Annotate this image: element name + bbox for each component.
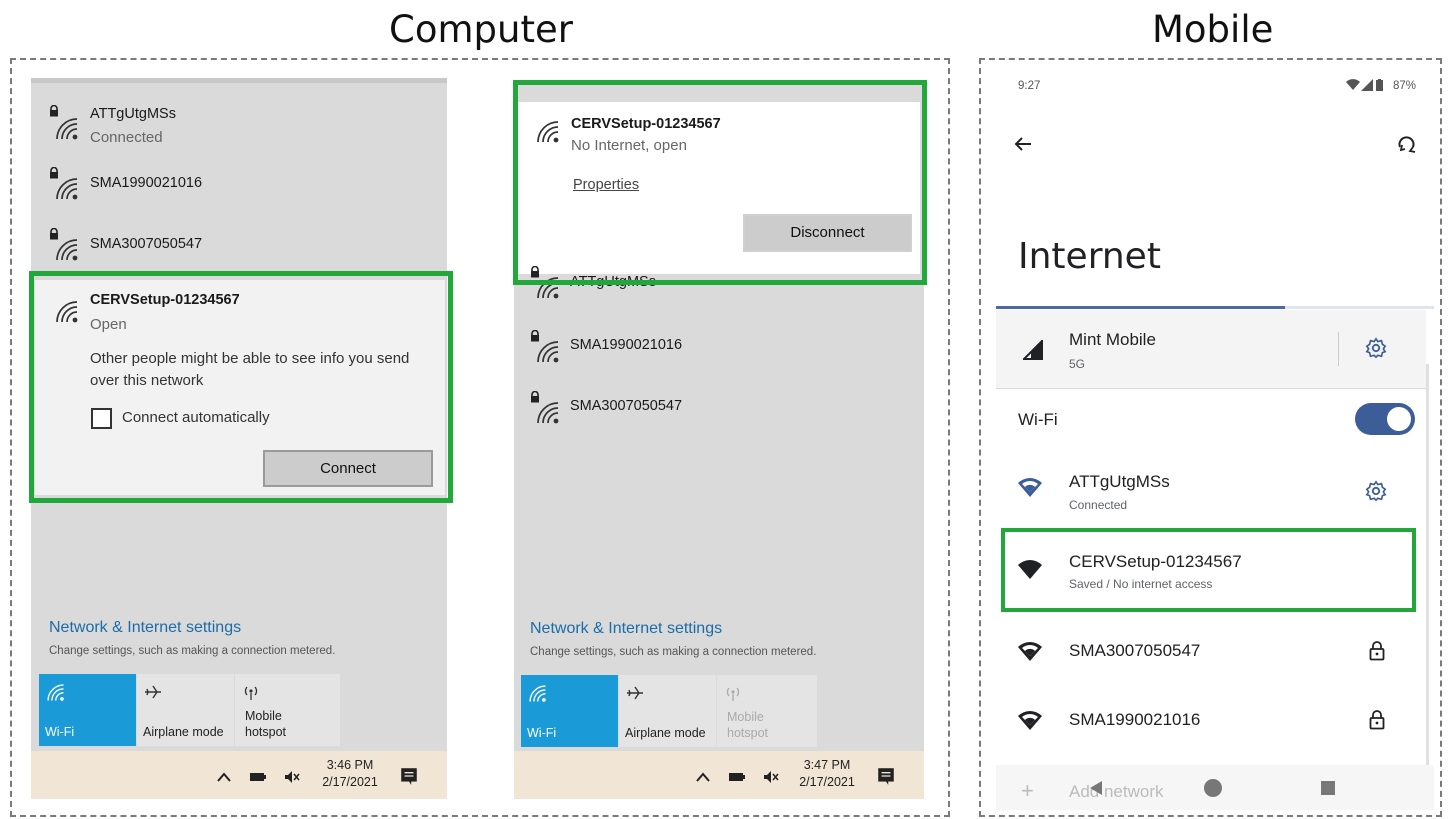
taskbar-clock[interactable]: 3:47 PM 2/17/2021 [792, 757, 862, 791]
chevron-up-icon[interactable] [694, 769, 712, 785]
cell-signal-icon [1023, 340, 1043, 360]
wifi-tile[interactable]: Wi-Fi [521, 675, 618, 747]
network-name: ATTgUtgMSs [90, 106, 176, 122]
network-row-attgutgmss[interactable]: ATTgUtgMSs Connected [31, 93, 447, 153]
hotspot-icon [726, 687, 740, 701]
wifi-icon [56, 178, 78, 200]
taskbar: 3:46 PM 2/17/2021 [31, 751, 447, 799]
network-name: SMA3007050547 [570, 398, 683, 414]
wifi-icon [529, 685, 546, 702]
network-name: SMA1990021016 [1069, 710, 1201, 729]
network-settings-link[interactable]: Network & Internet settings [49, 619, 241, 637]
network-row-sma3007050547[interactable]: SMA3007050547 [31, 221, 447, 271]
wifi-network-attgutgmss[interactable]: ATTgUtgMSs Connected [996, 460, 1426, 520]
notification-icon[interactable] [399, 766, 419, 786]
add-network-plus-icon: + [1021, 778, 1034, 803]
network-row-sma1990021016[interactable]: SMA1990021016 [31, 160, 447, 210]
mobile-heading: Mobile [1152, 8, 1274, 51]
highlight-box [1001, 528, 1416, 612]
airplane-mode-tile[interactable]: Airplane mode [137, 674, 234, 746]
airplane-icon [627, 686, 643, 700]
page-title: Internet [1018, 236, 1161, 277]
back-arrow-icon[interactable] [1013, 134, 1033, 154]
vertical-divider [1338, 332, 1339, 366]
status-bar-time: 9:27 [1018, 80, 1041, 92]
network-row-sma1990021016[interactable]: SMA1990021016 [514, 327, 924, 377]
network-name: SMA1990021016 [90, 175, 203, 191]
gear-icon[interactable] [1365, 480, 1387, 502]
network-row-sma3007050547[interactable]: SMA3007050547 [514, 388, 924, 438]
wifi-full-icon [1018, 642, 1042, 661]
add-network-label[interactable]: Add network [1069, 782, 1164, 802]
volume-muted-icon[interactable] [762, 769, 780, 785]
battery-percent: 87% [1392, 80, 1416, 92]
network-name: ATTgUtgMSs [1069, 472, 1170, 491]
network-settings-description: Change settings, such as making a connec… [49, 645, 336, 657]
network-name: SMA1990021016 [570, 337, 683, 353]
network-status: Connected [90, 129, 163, 146]
nav-recents-icon[interactable] [1321, 781, 1335, 795]
wifi-tile[interactable]: Wi-Fi [39, 674, 136, 746]
cell-signal-icon [1361, 79, 1373, 91]
tile-label: Wi-Fi [45, 725, 75, 739]
battery-icon[interactable] [728, 769, 746, 785]
taskbar-clock[interactable]: 3:46 PM 2/17/2021 [315, 757, 385, 791]
wifi-icon [537, 402, 559, 424]
battery-icon[interactable] [249, 769, 267, 785]
battery-icon [1376, 79, 1383, 91]
wifi-icon [537, 341, 559, 363]
network-name: SMA3007050547 [1069, 641, 1201, 660]
wifi-label: Wi-Fi [1018, 410, 1058, 429]
mobile-hotspot-tile[interactable]: Mobile hotspot [235, 674, 340, 746]
status-icons [1346, 79, 1396, 93]
wifi-icon [47, 684, 64, 701]
android-settings-screen: 9:27 87% Internet Mint Mobile 5G Wi-Fi A… [996, 70, 1434, 810]
chevron-up-icon[interactable] [215, 769, 233, 785]
wifi-signal-icon [1346, 79, 1360, 90]
wifi-network-sma1990021016[interactable]: SMA1990021016 [996, 695, 1426, 755]
airplane-mode-tile[interactable]: Airplane mode [619, 675, 716, 747]
wifi-icon [56, 118, 78, 140]
reset-network-icon[interactable] [1396, 133, 1418, 155]
toggle-knob [1387, 407, 1411, 431]
progress-bar [996, 306, 1434, 309]
tile-label: Wi-Fi [527, 726, 557, 740]
lock-icon [1369, 641, 1385, 661]
mobile-hotspot-tile[interactable]: Mobile hotspot [717, 675, 817, 747]
highlight-box [513, 80, 927, 285]
wifi-toggle[interactable] [1355, 403, 1415, 435]
computer-heading: Computer [389, 8, 573, 51]
network-name: SMA3007050547 [90, 236, 203, 252]
nav-back-icon[interactable] [1088, 780, 1104, 796]
airplane-icon [145, 685, 161, 699]
nav-home-icon[interactable] [1204, 779, 1222, 797]
gear-icon[interactable] [1365, 337, 1387, 359]
wifi-icon [56, 239, 78, 261]
lock-icon [1369, 710, 1385, 730]
network-status: Connected [1069, 498, 1128, 512]
wifi-full-icon [1018, 711, 1042, 730]
notification-icon[interactable] [876, 766, 896, 786]
tile-label: Airplane mode [143, 725, 224, 739]
taskbar: 3:47 PM 2/17/2021 [514, 751, 924, 799]
volume-muted-icon[interactable] [283, 769, 301, 785]
tile-label: Airplane mode [625, 726, 706, 740]
carrier-name: Mint Mobile [1069, 330, 1156, 349]
network-settings-link[interactable]: Network & Internet settings [530, 620, 722, 638]
carrier-network-type: 5G [1069, 357, 1086, 371]
progress-bar-fill [996, 306, 1285, 309]
tile-label: Mobile hotspot [245, 709, 287, 739]
navigation-bar: + Add network [996, 765, 1434, 810]
wifi-full-icon [1018, 478, 1042, 497]
mobile-network-row[interactable]: Mint Mobile 5G [996, 310, 1426, 388]
divider [996, 388, 1426, 389]
scrollbar[interactable] [1426, 364, 1429, 804]
tile-label: Mobile hotspot [727, 710, 769, 740]
highlight-box [29, 271, 453, 503]
network-settings-description: Change settings, such as making a connec… [530, 646, 817, 658]
hotspot-icon [244, 686, 258, 700]
wifi-network-sma3007050547[interactable]: SMA3007050547 [996, 626, 1426, 686]
